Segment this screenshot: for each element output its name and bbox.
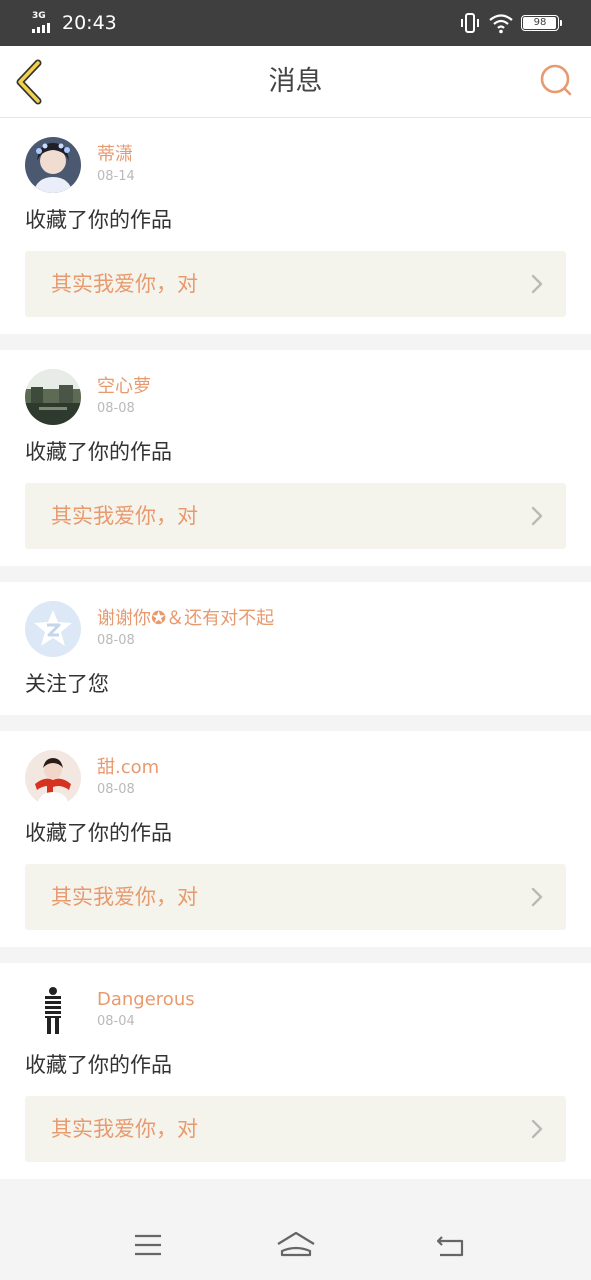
work-link[interactable]: 其实我爱你，对 — [25, 251, 566, 317]
user-meta: 甜.com 08-08 — [97, 756, 159, 800]
user-name[interactable]: 空心萝 — [97, 375, 151, 399]
user-meta: 谢谢你✪＆还有对不起 08-08 — [97, 607, 274, 651]
avatar[interactable] — [25, 601, 81, 657]
user-meta: Dangerous 08-04 — [97, 988, 195, 1032]
action-text: 收藏了你的作品 — [25, 440, 172, 464]
message-card: 谢谢你✪＆还有对不起 08-08 关注了您 — [0, 582, 591, 715]
message-card: 甜.com 08-08 收藏了你的作品 其实我爱你，对 — [0, 731, 591, 947]
message-date: 08-14 — [97, 169, 135, 184]
work-title: 其实我爱你，对 — [51, 504, 198, 528]
network-type: 3G — [32, 11, 46, 21]
avatar[interactable] — [25, 137, 81, 193]
chevron-right-icon — [531, 1119, 543, 1139]
chevron-right-icon — [531, 887, 543, 907]
message-date: 08-08 — [97, 401, 135, 416]
chevron-right-icon — [531, 506, 543, 526]
signal-icon: 3G — [32, 10, 54, 36]
action-text: 收藏了你的作品 — [25, 821, 172, 845]
status-left: 3G 20:43 — [32, 9, 117, 37]
nav-bar: 消息 — [0, 46, 591, 118]
work-title: 其实我爱你，对 — [51, 885, 198, 909]
avatar[interactable] — [25, 369, 81, 425]
status-bar: 3G 20:43 98 — [0, 0, 591, 46]
page-title: 消息 — [268, 66, 323, 97]
chevron-left-icon — [16, 59, 42, 105]
work-title: 其实我爱你，对 — [51, 272, 198, 296]
vibrate-icon — [461, 13, 479, 33]
status-time: 20:43 — [62, 12, 117, 34]
battery-level: 98 — [533, 17, 547, 28]
message-date: 08-04 — [97, 1014, 135, 1029]
user-name[interactable]: 谢谢你✪＆还有对不起 — [97, 607, 274, 631]
search-button[interactable] — [537, 61, 577, 101]
message-date: 08-08 — [97, 633, 135, 648]
message-date: 08-08 — [97, 782, 135, 797]
back-nav-button[interactable] — [428, 1227, 472, 1263]
work-title: 其实我爱你，对 — [51, 1117, 198, 1141]
home-icon — [277, 1231, 315, 1257]
search-icon — [540, 64, 572, 96]
work-link[interactable]: 其实我爱你，对 — [25, 483, 566, 549]
system-nav-bar — [0, 1211, 591, 1280]
battery-icon: 98 — [521, 15, 562, 31]
user-meta: 空心萝 08-08 — [97, 375, 151, 419]
user-name[interactable]: 蒂潇 — [97, 143, 135, 167]
work-link[interactable]: 其实我爱你，对 — [25, 864, 566, 930]
user-meta: 蒂潇 08-14 — [97, 143, 135, 187]
qq-default-avatar-icon — [25, 601, 81, 657]
menu-icon — [135, 1234, 161, 1256]
menu-button[interactable] — [126, 1227, 170, 1263]
action-text: 收藏了你的作品 — [25, 208, 172, 232]
action-text: 收藏了你的作品 — [25, 1053, 172, 1077]
message-list: 蒂潇 08-14 收藏了你的作品 其实我爱你，对 空心萝 08-08 收藏了你的… — [0, 118, 591, 1195]
status-right: 98 — [459, 10, 562, 36]
user-name[interactable]: Dangerous — [97, 988, 195, 1012]
user-name[interactable]: 甜.com — [97, 756, 159, 780]
chevron-right-icon — [531, 274, 543, 294]
work-link[interactable]: 其实我爱你，对 — [25, 1096, 566, 1162]
message-card: 空心萝 08-08 收藏了你的作品 其实我爱你，对 — [0, 350, 591, 566]
home-button[interactable] — [274, 1227, 318, 1263]
action-text: 关注了您 — [25, 672, 109, 696]
avatar[interactable] — [25, 982, 81, 1038]
avatar[interactable] — [25, 750, 81, 806]
back-arrow-icon — [436, 1236, 464, 1257]
back-button[interactable] — [12, 59, 52, 105]
message-card: 蒂潇 08-14 收藏了你的作品 其实我爱你，对 — [0, 118, 591, 334]
message-card: Dangerous 08-04 收藏了你的作品 其实我爱你，对 — [0, 963, 591, 1179]
wifi-icon — [489, 14, 513, 34]
